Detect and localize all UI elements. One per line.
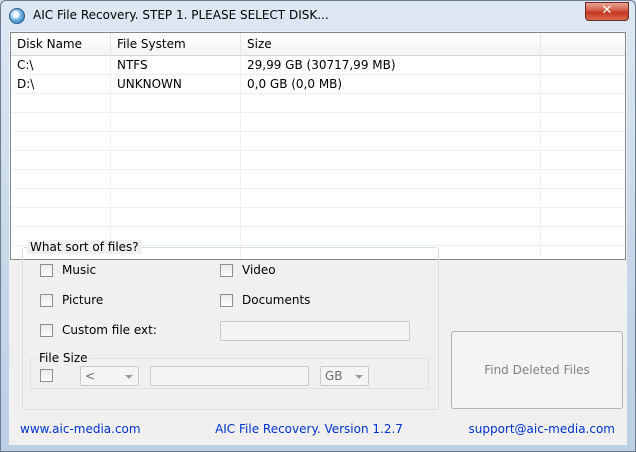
custom-ext-input[interactable] bbox=[220, 321, 410, 341]
support-email-link[interactable]: support@aic-media.com bbox=[468, 422, 615, 436]
picture-label[interactable]: Picture bbox=[62, 293, 103, 307]
chevron-down-icon bbox=[125, 375, 133, 379]
size-unit-value: GB bbox=[325, 369, 343, 383]
title-bar[interactable]: AIC File Recovery. STEP 1. PLEASE SELECT… bbox=[1, 1, 635, 31]
disk-name-cell: D:\ bbox=[17, 77, 35, 91]
file-size-legend: File Size bbox=[37, 351, 90, 365]
empty-row bbox=[11, 94, 625, 113]
disk-list-header: Disk Name File System Size bbox=[11, 33, 625, 56]
size-cell: 29,99 GB (30717,99 MB) bbox=[247, 58, 396, 72]
file-size-checkbox[interactable] bbox=[40, 369, 53, 382]
window-title: AIC File Recovery. STEP 1. PLEASE SELECT… bbox=[33, 8, 329, 22]
chevron-down-icon bbox=[355, 375, 363, 379]
documents-label[interactable]: Documents bbox=[242, 293, 310, 307]
disk-list[interactable]: Disk Name File System Size C:\ NTFS 29,9… bbox=[10, 32, 626, 260]
size-unit-select[interactable]: GB bbox=[320, 366, 369, 386]
column-disk-name[interactable]: Disk Name bbox=[11, 33, 111, 56]
size-operator-select[interactable]: < bbox=[80, 366, 139, 386]
empty-row bbox=[11, 170, 625, 189]
app-icon bbox=[9, 8, 25, 24]
picture-checkbox[interactable] bbox=[40, 294, 53, 307]
size-operator-value: < bbox=[85, 369, 96, 383]
website-link[interactable]: www.aic-media.com bbox=[20, 422, 141, 436]
close-icon: ✕ bbox=[601, 3, 613, 18]
client-area: Disk Name File System Size C:\ NTFS 29,9… bbox=[9, 31, 627, 445]
file-system-cell: UNKNOWN bbox=[117, 77, 182, 91]
custom-ext-checkbox[interactable] bbox=[40, 324, 53, 337]
file-system-cell: NTFS bbox=[117, 58, 148, 72]
version-label: AIC File Recovery. Version 1.2.7 bbox=[215, 422, 403, 436]
disk-name-cell: C:\ bbox=[17, 58, 34, 72]
empty-row bbox=[11, 113, 625, 132]
disk-row-c[interactable]: C:\ NTFS 29,99 GB (30717,99 MB) bbox=[11, 56, 625, 75]
app-window: AIC File Recovery. STEP 1. PLEASE SELECT… bbox=[0, 0, 636, 452]
music-checkbox[interactable] bbox=[40, 264, 53, 277]
empty-row bbox=[11, 151, 625, 170]
disk-row-d[interactable]: D:\ UNKNOWN 0,0 GB (0,0 MB) bbox=[11, 75, 625, 94]
find-deleted-files-button[interactable]: Find Deleted Files bbox=[451, 331, 623, 409]
size-value-input[interactable] bbox=[150, 366, 309, 386]
empty-row bbox=[11, 189, 625, 208]
video-label[interactable]: Video bbox=[242, 263, 276, 277]
custom-ext-label[interactable]: Custom file ext: bbox=[62, 323, 157, 337]
close-button[interactable]: ✕ bbox=[585, 2, 629, 21]
column-size[interactable]: Size bbox=[241, 33, 541, 56]
empty-row bbox=[11, 208, 625, 227]
file-types-legend: What sort of files? bbox=[27, 240, 142, 254]
empty-row bbox=[11, 132, 625, 151]
video-checkbox[interactable] bbox=[220, 264, 233, 277]
size-cell: 0,0 GB (0,0 MB) bbox=[247, 77, 343, 91]
column-file-system[interactable]: File System bbox=[111, 33, 241, 56]
music-label[interactable]: Music bbox=[62, 263, 96, 277]
documents-checkbox[interactable] bbox=[220, 294, 233, 307]
